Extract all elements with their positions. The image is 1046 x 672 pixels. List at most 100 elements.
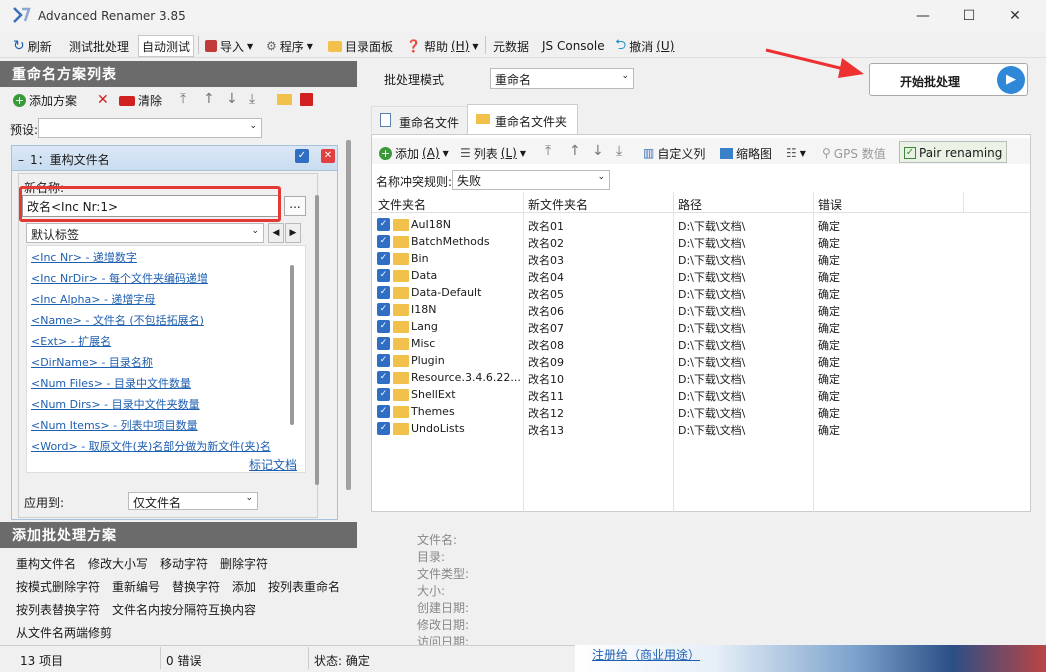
column-header-path[interactable]: 路径 xyxy=(678,196,702,213)
browse-button[interactable]: ... xyxy=(284,196,306,216)
tag-select[interactable]: 默认标签 ⌄ xyxy=(26,223,264,243)
save-icon[interactable] xyxy=(300,93,313,106)
row-checkbox[interactable]: ✓ xyxy=(377,337,390,350)
move-down-icon[interactable]: ↓ xyxy=(592,143,604,159)
tag-list-scrollbar[interactable] xyxy=(290,265,294,425)
tab-rename-folders[interactable]: 重命名文件夹 xyxy=(467,104,578,134)
move-down-icon[interactable]: ↓ xyxy=(226,91,238,107)
undo-button[interactable]: ⮌ 撤消 (U) xyxy=(615,36,674,56)
method-item[interactable]: 修改大小写 xyxy=(88,555,148,572)
row-checkbox[interactable]: ✓ xyxy=(377,422,390,435)
view-options-button[interactable]: ☷ ▼ xyxy=(786,143,806,163)
dropdown-arrow-icon: ▼ xyxy=(442,148,449,158)
move-up-icon[interactable]: ↑ xyxy=(569,143,581,159)
add-files-button[interactable]: + 添加 (A) ▼ xyxy=(379,143,449,163)
tag-item[interactable]: <Num Files> - 目录中文件数量 xyxy=(31,375,191,391)
move-top-icon[interactable]: ⤒ xyxy=(180,91,186,107)
register-link[interactable]: 注册给（商业用途） xyxy=(592,646,700,663)
applyto-select[interactable]: 仅文件名 ⌄ xyxy=(128,492,258,510)
column-header-folder[interactable]: 文件夹名 xyxy=(378,196,426,213)
row-checkbox[interactable]: ✓ xyxy=(377,286,390,299)
row-checkbox[interactable]: ✓ xyxy=(377,252,390,265)
row-checkbox[interactable]: ✓ xyxy=(377,303,390,316)
row-checkbox[interactable]: ✓ xyxy=(377,235,390,248)
rule-enabled-checkbox[interactable]: ✓ xyxy=(295,149,309,163)
chevron-down-icon: ⌄ xyxy=(621,71,629,81)
left-panel-scrollbar[interactable] xyxy=(346,140,351,490)
delete-method-button[interactable]: ✕ xyxy=(97,92,109,108)
tag-item[interactable]: <Inc NrDir> - 每个文件夹编码递增 xyxy=(31,270,208,286)
method-item[interactable]: 替换字符 xyxy=(172,578,220,595)
close-icon[interactable]: ✕ xyxy=(992,0,1038,32)
tag-item[interactable]: <Word> - 取原文件(夹)名部分做为新文件(夹)名 xyxy=(31,438,271,454)
method-item[interactable]: 按列表重命名 xyxy=(268,578,340,595)
tag-doc-link[interactable]: 标记文档 xyxy=(249,456,297,473)
tag-item[interactable]: <Name> - 文件名 (不包括拓展名) xyxy=(31,312,204,328)
method-item[interactable]: 按模式删除字符 xyxy=(16,578,100,595)
metadata-button[interactable]: 元数据 xyxy=(493,36,529,56)
cell-new: 改名09 xyxy=(528,356,564,369)
dir-panel-button[interactable]: 目录面板 xyxy=(328,36,393,56)
rule-remove-icon[interactable]: ✕ xyxy=(321,149,335,163)
method-item[interactable]: 从文件名两端修剪 xyxy=(16,624,112,641)
method-item[interactable]: 移动字符 xyxy=(160,555,208,572)
refresh-button[interactable]: ↻ 刷新 xyxy=(13,36,52,56)
column-header-new-name[interactable]: 新文件夹名 xyxy=(528,196,588,213)
rule-scrollbar[interactable] xyxy=(315,195,319,485)
help-button[interactable]: ❓ 帮助 (H) ▼ xyxy=(406,36,479,56)
row-checkbox[interactable]: ✓ xyxy=(377,320,390,333)
test-batch-button[interactable]: 测试批处理 xyxy=(69,36,129,56)
method-item[interactable]: 删除字符 xyxy=(220,555,268,572)
conflict-rule-select[interactable]: 失败 ⌄ xyxy=(452,170,610,190)
cell-path: D:\下载\文档\ xyxy=(678,356,746,369)
add-method-button[interactable]: + 添加方案 xyxy=(13,92,77,109)
program-icon: ⚙ xyxy=(266,39,277,53)
preset-select[interactable]: ⌄ xyxy=(38,118,262,138)
import-button[interactable]: 导入 ▼ xyxy=(205,36,253,56)
program-button[interactable]: ⚙ 程序 ▼ xyxy=(266,36,313,56)
column-header-error[interactable]: 错误 xyxy=(818,196,842,213)
tag-next-button[interactable]: ▶ xyxy=(285,223,301,243)
tag-item[interactable]: <DirName> - 目录名称 xyxy=(31,354,153,370)
move-bottom-icon[interactable]: ⤓ xyxy=(616,143,622,159)
move-up-icon[interactable]: ↑ xyxy=(203,91,215,107)
tag-item[interactable]: <Inc Nr> - 递增数字 xyxy=(31,249,137,265)
folder-icon xyxy=(393,270,409,282)
method-item[interactable]: 重构文件名 xyxy=(16,555,76,572)
clear-button[interactable]: 清除 xyxy=(119,92,162,109)
list-button[interactable]: ☰ 列表 (L) ▼ xyxy=(460,143,526,163)
tag-item[interactable]: <Num Items> - 列表中项目数量 xyxy=(31,417,198,433)
image-icon xyxy=(720,147,733,159)
gps-button[interactable]: ⚲ GPS 数值 xyxy=(822,143,886,163)
row-checkbox[interactable]: ✓ xyxy=(377,354,390,367)
method-item[interactable]: 文件名内按分隔符互换内容 xyxy=(112,601,256,618)
maximize-icon[interactable]: ☐ xyxy=(946,0,992,32)
js-console-button[interactable]: JS Console xyxy=(542,36,605,56)
move-top-icon[interactable]: ⤒ xyxy=(545,143,551,159)
minimize-icon[interactable]: — xyxy=(900,0,946,32)
open-folder-icon[interactable] xyxy=(277,94,292,105)
method-item[interactable]: 按列表替换字符 xyxy=(16,601,100,618)
auto-test-button[interactable]: 自动测试 xyxy=(138,35,195,57)
clear-icon xyxy=(119,95,135,106)
row-checkbox[interactable]: ✓ xyxy=(377,405,390,418)
row-checkbox[interactable]: ✓ xyxy=(377,371,390,384)
row-checkbox[interactable]: ✓ xyxy=(377,218,390,231)
row-checkbox[interactable]: ✓ xyxy=(377,269,390,282)
folder-icon xyxy=(393,236,409,248)
play-icon: ▶ xyxy=(997,66,1025,94)
batch-mode-select[interactable]: 重命名 ⌄ xyxy=(490,68,634,89)
method-item[interactable]: 添加 xyxy=(232,578,256,595)
thumbnails-button[interactable]: 缩略图 xyxy=(720,143,772,163)
row-checkbox[interactable]: ✓ xyxy=(377,388,390,401)
tag-item[interactable]: <Num Dirs> - 目录中文件夹数量 xyxy=(31,396,200,412)
move-bottom-icon[interactable]: ⤓ xyxy=(249,91,255,107)
tag-item[interactable]: <Inc Alpha> - 递增字母 xyxy=(31,291,155,307)
tag-item[interactable]: <Ext> - 扩展名 xyxy=(31,333,111,349)
cell-new: 改名08 xyxy=(528,339,564,352)
tag-prev-button[interactable]: ◀ xyxy=(268,223,284,243)
tab-rename-files[interactable]: 重命名文件 xyxy=(371,106,468,133)
method-item[interactable]: 重新编号 xyxy=(112,578,160,595)
cell-path: D:\下载\文档\ xyxy=(678,305,746,318)
custom-columns-button[interactable]: ▥ 自定义列 xyxy=(643,143,705,163)
